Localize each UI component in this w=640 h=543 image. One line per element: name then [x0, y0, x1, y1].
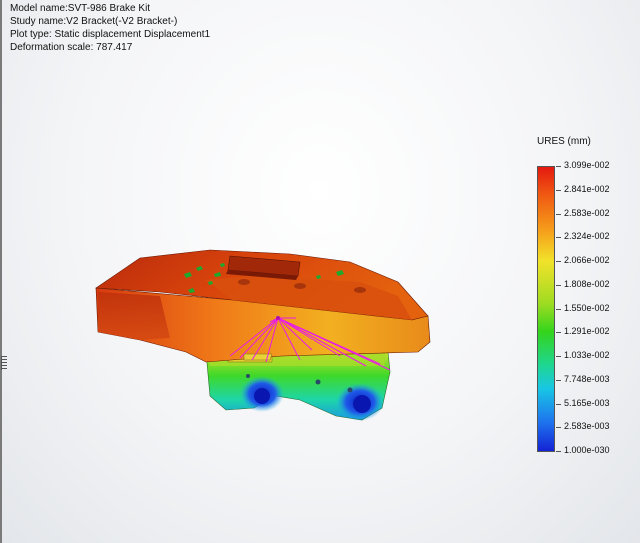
legend-tick-label: 2.066e-002 [564, 255, 610, 265]
legend-tick-label: 1.550e-002 [564, 302, 610, 313]
legend-title: URES (mm) [537, 136, 591, 147]
legend-tick-label: 1.000e-030 [564, 445, 610, 455]
legend-tick-label: 1.033e-002 [564, 350, 610, 360]
legend-tick [556, 332, 561, 334]
lower-bracket [205, 351, 391, 421]
legend-tick-label: 1.808e-002 [564, 278, 610, 289]
legend-tick-label: 2.841e-002 [564, 183, 610, 194]
legend-tick-label: 7.748e-003 [564, 373, 610, 384]
legend-tick-label: 2.583e-002 [564, 207, 610, 218]
legend-tick [556, 308, 561, 310]
legend-tick [556, 451, 561, 452]
colorbar [537, 166, 555, 452]
legend-tick [556, 166, 561, 167]
load-point [276, 316, 280, 320]
legend-tick [556, 356, 561, 357]
legend-tick-label: 5.165e-003 [564, 397, 610, 408]
legend-tick [556, 261, 561, 262]
legend-tick-label: 2.324e-002 [564, 231, 610, 242]
legend-tick [556, 189, 561, 191]
legend-tick [556, 403, 561, 405]
legend-tick [556, 237, 561, 239]
legend-tick-label: 3.099e-002 [564, 160, 610, 170]
caliper-body [95, 249, 431, 363]
legend-tick-label: 1.291e-002 [564, 326, 610, 337]
legend-tick [556, 284, 561, 286]
legend-tick-label: 2.583e-003 [564, 421, 610, 432]
legend-tick [556, 213, 561, 215]
legend-tick [556, 427, 561, 429]
legend-tick [556, 379, 561, 381]
